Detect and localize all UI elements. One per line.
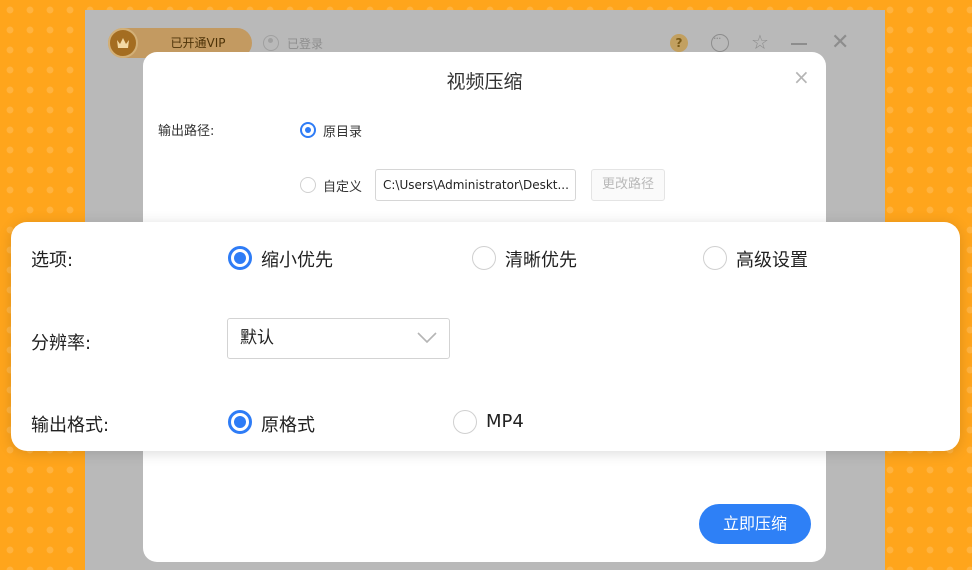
radio-custom-dir[interactable]: [300, 177, 316, 193]
output-path-label: 输出路径:: [158, 124, 215, 139]
user-icon: [263, 35, 279, 51]
compress-now-button[interactable]: 立即压缩: [699, 504, 811, 544]
radio-advanced-settings[interactable]: [703, 246, 727, 270]
resolution-label: 分辨率:: [31, 333, 92, 354]
custom-path-input[interactable]: [375, 169, 576, 201]
radio-shrink-priority[interactable]: [228, 246, 252, 270]
radio-shrink-priority-label: 缩小优先: [261, 250, 333, 271]
options-panel: 选项: 缩小优先 清晰优先 高级设置 分辨率: 默认 输出格式: 原格式 MP4: [11, 222, 960, 451]
radio-clarity-priority[interactable]: [472, 246, 496, 270]
radio-advanced-settings-label: 高级设置: [736, 250, 808, 271]
resolution-selected-value: 默认: [240, 328, 274, 348]
radio-original-dir-label: 原目录: [323, 125, 363, 140]
user-label: 已登录: [287, 37, 324, 51]
radio-mp4-label: MP4: [486, 411, 524, 432]
chevron-down-icon: [417, 332, 437, 344]
close-window-icon[interactable]: ✕: [831, 32, 851, 54]
help-icon[interactable]: ?: [670, 34, 688, 52]
radio-original-format[interactable]: [228, 410, 252, 434]
dialog-title: 视频压缩: [446, 71, 523, 93]
radio-clarity-priority-label: 清晰优先: [505, 250, 577, 271]
star-icon[interactable]: ☆: [751, 32, 771, 52]
radio-original-dir[interactable]: [300, 122, 316, 138]
resolution-select[interactable]: 默认: [227, 318, 450, 359]
radio-mp4[interactable]: [453, 410, 477, 434]
close-icon[interactable]: ×: [793, 66, 810, 88]
radio-original-format-label: 原格式: [261, 415, 315, 436]
output-format-label: 输出格式:: [31, 415, 110, 436]
crown-icon: [108, 28, 138, 58]
chat-icon[interactable]: [711, 32, 729, 52]
option-label: 选项:: [31, 250, 74, 271]
radio-custom-dir-label: 自定义: [323, 180, 363, 195]
change-path-button[interactable]: 更改路径: [591, 169, 665, 201]
minimize-icon[interactable]: [791, 43, 807, 45]
